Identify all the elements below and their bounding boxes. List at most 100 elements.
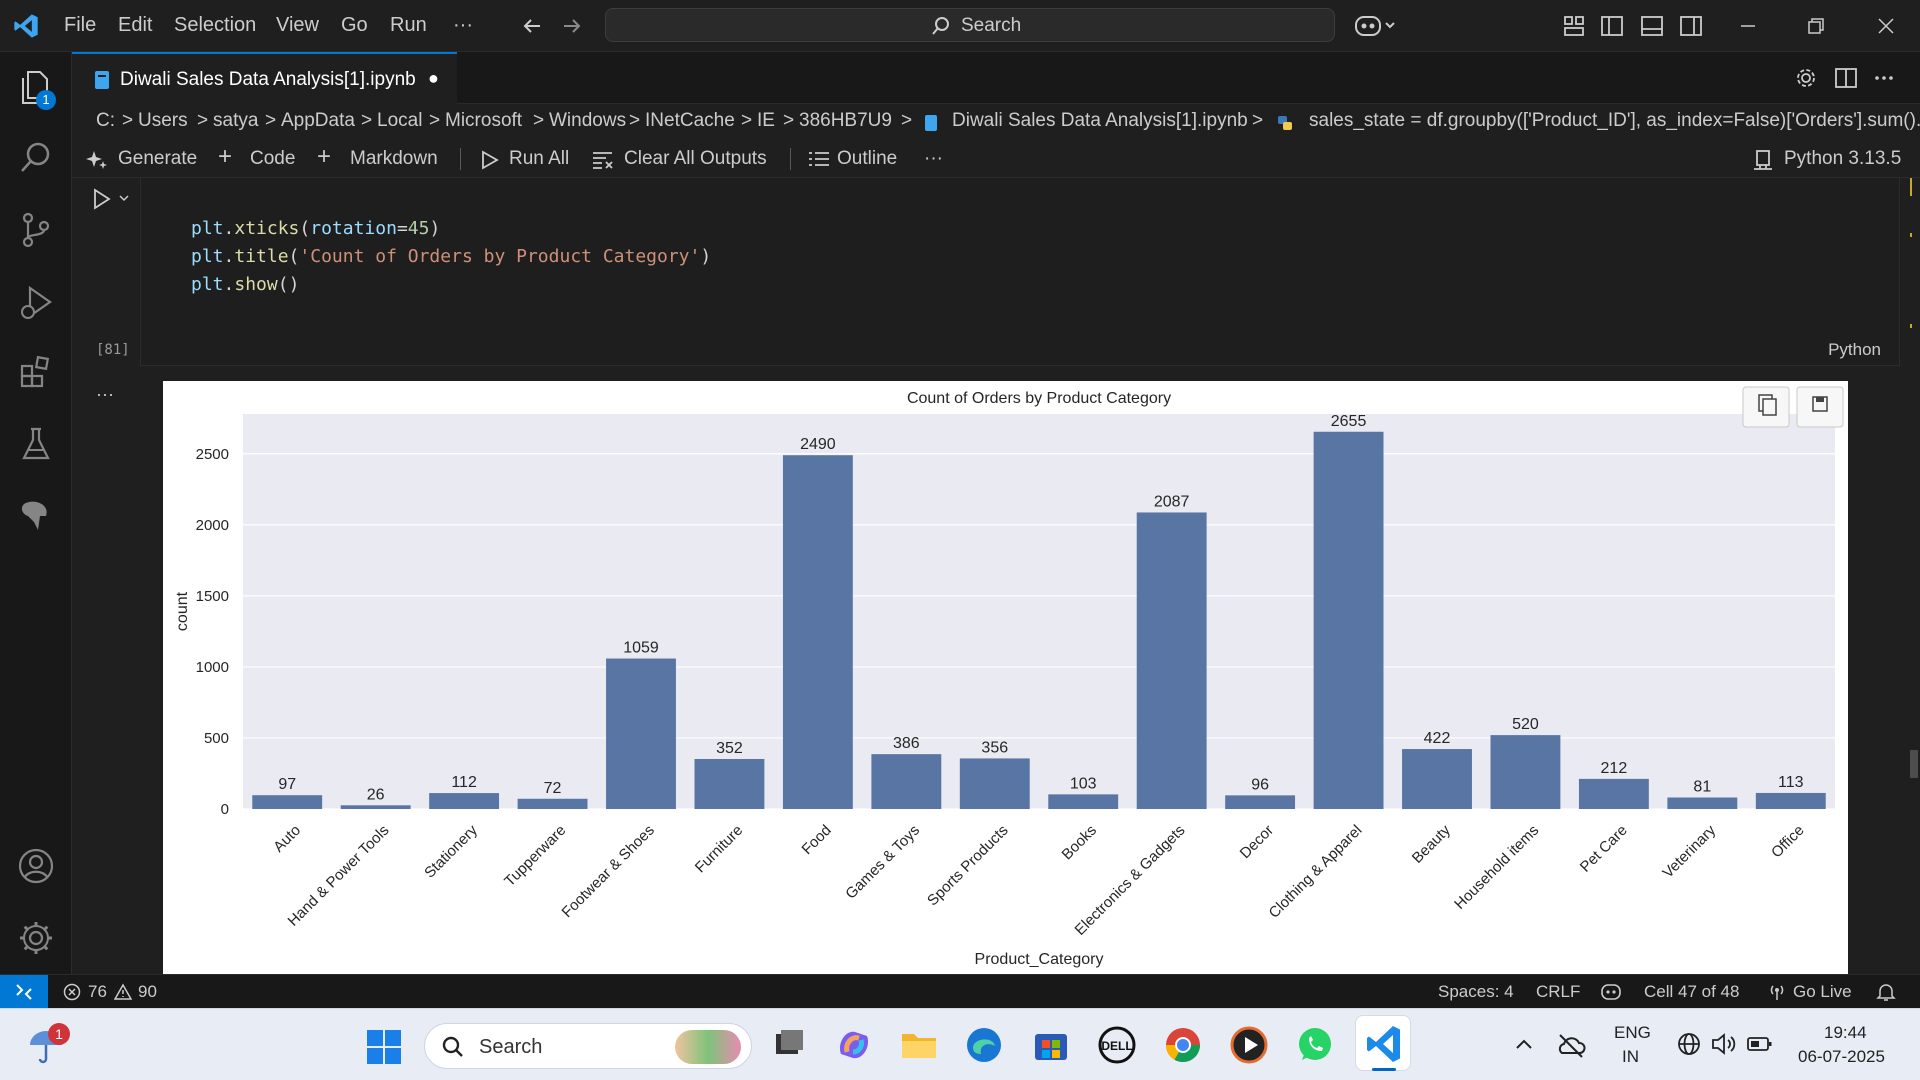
code-line-title[interactable]: plt.title('Count of Orders by Product Ca… bbox=[191, 246, 711, 267]
editor-more-actions-icon[interactable] bbox=[1872, 66, 1896, 90]
extensions-icon[interactable] bbox=[16, 352, 56, 392]
menu-run[interactable]: Run bbox=[390, 14, 427, 37]
bar bbox=[1755, 792, 1826, 809]
windows-start-icon[interactable] bbox=[366, 1029, 402, 1065]
breadcrumb-item[interactable]: Local bbox=[377, 110, 422, 132]
clock-date[interactable]: 06-07-2025 bbox=[1798, 1047, 1885, 1067]
clock-time[interactable]: 19:44 bbox=[1824, 1023, 1867, 1043]
microsoft-store-icon[interactable] bbox=[1030, 1024, 1072, 1066]
chart-title: Count of Orders by Product Category bbox=[907, 390, 1171, 407]
toggle-panel-icon[interactable] bbox=[1640, 14, 1664, 38]
dell-app-icon[interactable]: DELL bbox=[1096, 1024, 1138, 1066]
menu-selection[interactable]: Selection bbox=[174, 14, 256, 37]
vscode-taskbar-button[interactable] bbox=[1355, 1015, 1411, 1071]
whatsapp-icon[interactable] bbox=[1294, 1024, 1336, 1066]
breadcrumb-item[interactable]: sales_state = df.groupby(['Product_ID'],… bbox=[1309, 110, 1920, 132]
tab-notebook[interactable]: Diwali Sales Data Analysis[1].ipynb ● bbox=[72, 52, 457, 104]
menu-more[interactable]: ··· bbox=[453, 14, 473, 37]
unsaved-dot-icon[interactable]: ● bbox=[428, 68, 439, 89]
forward-arrow-icon[interactable] bbox=[560, 14, 584, 38]
show-hidden-icons-chevron-icon[interactable] bbox=[1512, 1033, 1536, 1057]
back-arrow-icon[interactable] bbox=[520, 14, 544, 38]
copilot-status-icon[interactable] bbox=[1600, 982, 1622, 1002]
breadcrumb-item[interactable]: C: bbox=[96, 110, 115, 132]
network-globe-icon[interactable] bbox=[1676, 1031, 1702, 1057]
close-window-icon[interactable] bbox=[1874, 14, 1898, 38]
media-player-icon[interactable] bbox=[1228, 1024, 1270, 1066]
breadcrumb-item[interactable]: INetCache bbox=[645, 110, 735, 132]
go-live-button[interactable]: Go Live bbox=[1793, 982, 1852, 1002]
breadcrumb-item[interactable]: 386HB7U9 bbox=[799, 110, 892, 132]
code-cell[interactable]: plt.xticks(rotation=45) plt.title('Count… bbox=[140, 178, 1900, 366]
file-explorer-icon[interactable] bbox=[898, 1024, 940, 1066]
breadcrumb-item[interactable]: AppData bbox=[281, 110, 355, 132]
testing-flask-icon[interactable] bbox=[16, 424, 56, 464]
run-debug-icon[interactable] bbox=[16, 282, 56, 322]
taskbar-search[interactable]: Search bbox=[424, 1023, 752, 1069]
warning-count[interactable]: 90 bbox=[138, 982, 157, 1002]
x-tick-label: Furniture bbox=[692, 822, 746, 876]
input-language-line1[interactable]: ENG bbox=[1614, 1023, 1651, 1043]
battery-icon[interactable] bbox=[1746, 1033, 1774, 1055]
remote-explorer-icon[interactable] bbox=[16, 496, 56, 536]
restore-icon[interactable] bbox=[1804, 14, 1828, 38]
breadcrumb-item[interactable]: Microsoft bbox=[445, 110, 522, 132]
menu-edit[interactable]: Edit bbox=[118, 14, 152, 37]
eol-status[interactable]: CRLF bbox=[1536, 982, 1580, 1002]
run-all-button[interactable]: Run All bbox=[509, 148, 569, 170]
edge-browser-icon[interactable] bbox=[963, 1024, 1005, 1066]
error-count[interactable]: 76 bbox=[88, 982, 107, 1002]
manage-gear-icon[interactable] bbox=[16, 918, 56, 958]
bar bbox=[694, 758, 765, 809]
explorer-icon[interactable]: 1 bbox=[16, 68, 56, 110]
indentation-status[interactable]: Spaces: 4 bbox=[1438, 982, 1514, 1002]
run-cell-icon[interactable] bbox=[92, 188, 132, 210]
search-sidebar-icon[interactable] bbox=[16, 138, 56, 178]
breadcrumb-item[interactable]: Windows bbox=[549, 110, 626, 132]
accounts-icon[interactable] bbox=[16, 846, 56, 886]
menu-go[interactable]: Go bbox=[341, 14, 368, 37]
menu-view[interactable]: View bbox=[276, 14, 319, 37]
kernel-picker[interactable]: Python 3.13.5 bbox=[1784, 148, 1901, 170]
customize-layout-icon[interactable] bbox=[1562, 14, 1586, 38]
code-line-xticks[interactable]: plt.xticks(rotation=45) bbox=[191, 218, 440, 239]
split-editor-icon[interactable] bbox=[1834, 66, 1858, 90]
cell-language-label[interactable]: Python bbox=[1828, 340, 1881, 360]
task-view-icon[interactable] bbox=[768, 1024, 810, 1066]
input-language-line2[interactable]: IN bbox=[1622, 1047, 1639, 1067]
command-center-search[interactable]: Search bbox=[605, 8, 1335, 42]
copilot-app-icon[interactable] bbox=[833, 1024, 875, 1066]
generate-button[interactable]: Generate bbox=[118, 148, 197, 170]
onedrive-offline-icon[interactable] bbox=[1556, 1031, 1586, 1059]
x-tick-label: Office bbox=[1768, 822, 1808, 862]
breadcrumb-item[interactable]: IE bbox=[757, 110, 775, 132]
clear-all-outputs-button[interactable]: Clear All Outputs bbox=[624, 148, 767, 170]
breadcrumb-item[interactable]: Users bbox=[138, 110, 188, 132]
cell-position-status[interactable]: Cell 47 of 48 bbox=[1644, 982, 1739, 1002]
output-actions-button[interactable]: ··· bbox=[96, 384, 114, 405]
toolbar-more-button[interactable]: ··· bbox=[924, 148, 943, 170]
data-label: 2087 bbox=[1154, 493, 1190, 510]
copilot-icon[interactable] bbox=[1354, 13, 1398, 39]
plus-icon: + bbox=[317, 143, 332, 170]
notebook-settings-icon[interactable] bbox=[1794, 66, 1818, 90]
toggle-primary-sidebar-icon[interactable] bbox=[1600, 14, 1624, 38]
menu-file[interactable]: File bbox=[64, 14, 96, 37]
outline-button[interactable]: Outline bbox=[837, 148, 897, 170]
add-markdown-cell-button[interactable]: Markdown bbox=[350, 148, 438, 170]
overview-ruler[interactable] bbox=[1910, 178, 1920, 974]
breadcrumb-item[interactable]: Diwali Sales Data Analysis[1].ipynb bbox=[952, 110, 1248, 132]
weather-umbrella-icon[interactable]: 1 bbox=[26, 1023, 70, 1067]
chrome-browser-icon[interactable] bbox=[1162, 1024, 1204, 1066]
minimize-icon[interactable] bbox=[1736, 14, 1760, 38]
notifications-bell-icon[interactable] bbox=[1876, 982, 1896, 1002]
bar bbox=[1490, 735, 1561, 809]
code-line-show[interactable]: plt.show() bbox=[191, 274, 299, 295]
volume-icon[interactable] bbox=[1710, 1031, 1738, 1057]
toggle-secondary-sidebar-icon[interactable] bbox=[1679, 14, 1703, 38]
breadcrumb-item[interactable]: satya bbox=[213, 110, 258, 132]
add-code-cell-button[interactable]: Code bbox=[250, 148, 295, 170]
remote-indicator[interactable] bbox=[0, 975, 48, 1009]
source-control-icon[interactable] bbox=[16, 210, 56, 250]
save-image-button[interactable] bbox=[1796, 386, 1844, 428]
